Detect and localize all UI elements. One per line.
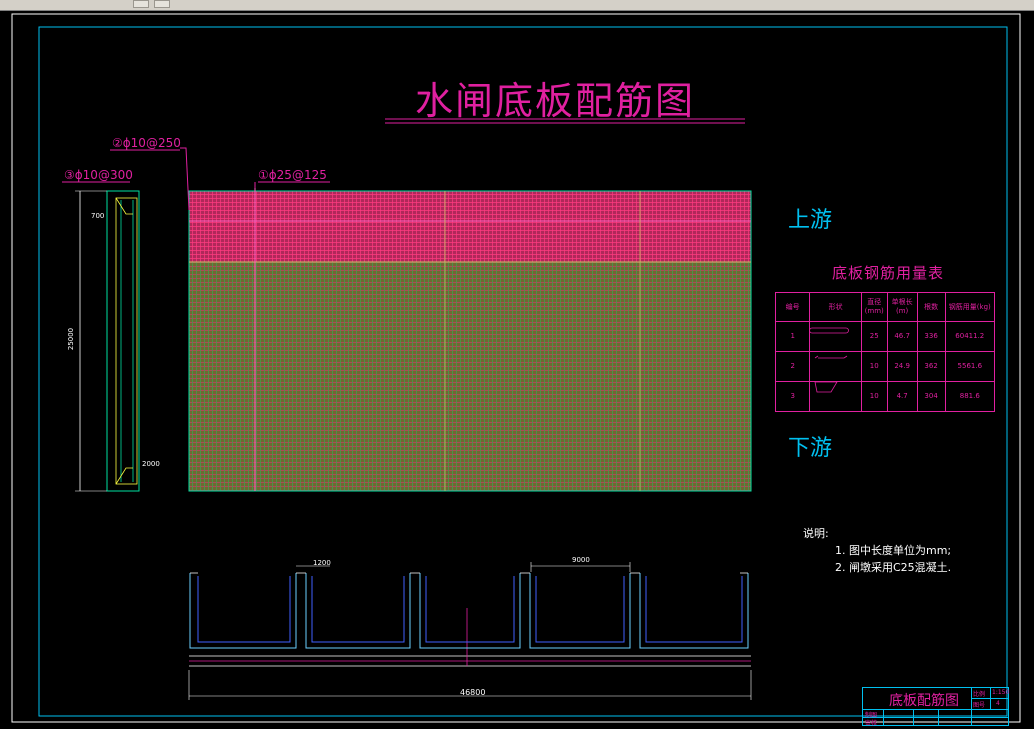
rebar-quantity-table: 编号 形状 直径(mm) 单根长(m) 根数 钢筋用量(kg) 1 25 46.… bbox=[774, 292, 996, 412]
dim-bay-label: 9000 bbox=[572, 556, 590, 564]
drawing-canvas[interactable]: 水闸底板配筋图 ②ϕ10@250 ③ϕ10@300 ①ϕ25@125 700 2… bbox=[0, 10, 1034, 729]
title-block-name: 底板配筋图 bbox=[889, 693, 959, 709]
cell-id: 1 bbox=[774, 321, 811, 352]
dim-gap-label: 1200 bbox=[313, 559, 331, 567]
cell-count: 336 bbox=[916, 321, 946, 352]
cell-diameter: 10 bbox=[860, 351, 888, 382]
cell-weight: 5561.6 bbox=[944, 351, 996, 382]
table-title: 底板钢筋用量表 bbox=[831, 264, 944, 282]
cell-shape bbox=[809, 351, 862, 382]
cell-id: 2 bbox=[774, 351, 811, 382]
cell-length: 24.9 bbox=[886, 351, 918, 382]
drawing-notes: 说明: 1. 图中长度单位为mm; 2. 闸墩采用C25混凝土. bbox=[803, 525, 951, 576]
elevation-view bbox=[188, 562, 752, 700]
cell-weight: 60411.2 bbox=[944, 321, 996, 352]
side-section bbox=[75, 190, 140, 492]
column-header: 根数 bbox=[916, 292, 946, 322]
column-header: 编号 bbox=[774, 292, 811, 322]
cell-count: 304 bbox=[916, 381, 946, 412]
palette-icon[interactable] bbox=[154, 0, 170, 8]
cell-count: 362 bbox=[916, 351, 946, 382]
dim-bottom-label: 2000 bbox=[142, 460, 160, 468]
dim-length-label: 25000 bbox=[67, 327, 76, 351]
notes-heading: 说明: bbox=[803, 527, 829, 540]
cell-weight: 881.6 bbox=[944, 381, 996, 412]
rebar-leader bbox=[180, 147, 190, 211]
title-block-field: 图号 bbox=[973, 702, 986, 709]
rebar-label-2: ②ϕ10@250 bbox=[112, 136, 181, 150]
rebar-label-3: ③ϕ10@300 bbox=[64, 168, 133, 182]
dim-total-label: 46800 bbox=[460, 688, 486, 697]
cell-diameter: 10 bbox=[860, 381, 888, 412]
rebar-plan-mesh bbox=[188, 188, 752, 492]
drawing-tools-icon[interactable] bbox=[133, 0, 149, 8]
column-header: 钢筋用量(kg) bbox=[944, 292, 996, 322]
title-block-field: 4 bbox=[996, 700, 1000, 707]
upstream-label: 上游 bbox=[788, 208, 833, 233]
cell-length: 4.7 bbox=[886, 381, 918, 412]
title-block-field: 比例 bbox=[973, 691, 986, 698]
drawing-title: 水闸底板配筋图 bbox=[414, 79, 695, 123]
cell-length: 46.7 bbox=[886, 321, 918, 352]
column-header: 单根长(m) bbox=[886, 292, 918, 322]
table-header-row: 编号 形状 直径(mm) 单根长(m) 根数 钢筋用量(kg) bbox=[774, 292, 996, 322]
title-block: 底板配筋图 比例 1:150 图号 4 制图 审核 bbox=[862, 687, 1010, 727]
cell-id: 3 bbox=[774, 381, 811, 412]
table-row: 1 25 46.7 336 60411.2 bbox=[774, 321, 996, 352]
column-header: 形状 bbox=[809, 292, 862, 322]
note-item: 1. 图中长度单位为mm; bbox=[835, 544, 952, 557]
rebar-label-1: ①ϕ25@125 bbox=[258, 168, 327, 182]
downstream-label: 下游 bbox=[788, 436, 833, 461]
title-block-field: 1:150 bbox=[992, 689, 1010, 696]
cell-shape bbox=[809, 321, 862, 352]
column-header: 直径(mm) bbox=[860, 292, 888, 322]
cell-diameter: 25 bbox=[860, 321, 888, 352]
table-row: 3 10 4.7 304 881.6 bbox=[774, 381, 996, 412]
cell-shape bbox=[809, 381, 862, 412]
dim-top-label: 700 bbox=[91, 212, 105, 220]
title-block-sign: 审核 bbox=[865, 720, 878, 727]
table-row: 2 10 24.9 362 5561.6 bbox=[774, 351, 996, 382]
note-item: 2. 闸墩采用C25混凝土. bbox=[835, 561, 952, 574]
